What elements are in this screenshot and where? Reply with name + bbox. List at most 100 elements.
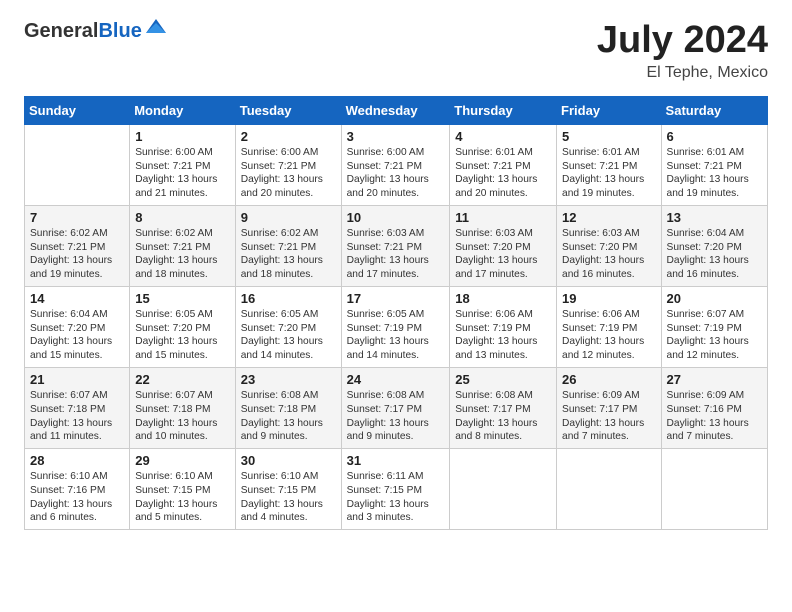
day-info: Sunrise: 6:07 AM Sunset: 7:18 PM Dayligh… (135, 389, 230, 444)
calendar-cell: 7 Sunrise: 6:02 AM Sunset: 7:21 PM Daylig… (25, 205, 130, 286)
day-info: Sunrise: 6:09 AM Sunset: 7:17 PM Dayligh… (562, 389, 656, 444)
calendar-cell: 3 Sunrise: 6:00 AM Sunset: 7:21 PM Daylig… (341, 124, 450, 205)
logo-icon (144, 15, 168, 39)
day-number: 3 (347, 129, 445, 144)
day-info: Sunrise: 6:07 AM Sunset: 7:19 PM Dayligh… (667, 308, 762, 363)
day-number: 22 (135, 372, 230, 387)
day-number: 17 (347, 291, 445, 306)
calendar-cell: 25Sunrise: 6:08 AM Sunset: 7:17 PM Dayli… (450, 367, 557, 448)
calendar-cell: 17 Sunrise: 6:05 AM Sunset: 7:19 PM Dayli… (341, 286, 450, 367)
title-block: July 2024 El Tephe, Mexico (597, 20, 768, 82)
day-number: 13 (667, 210, 762, 225)
day-info: Sunrise: 6:09 AM Sunset: 7:16 PM Dayligh… (667, 389, 762, 444)
day-info: Sunrise: 6:05 AM Sunset: 7:19 PM Dayligh… (347, 308, 445, 363)
calendar-week-3: 14Sunrise: 6:04 AM Sunset: 7:20 PM Dayli… (25, 286, 768, 367)
calendar-cell: 31Sunrise: 6:11 AM Sunset: 7:15 PM Dayli… (341, 449, 450, 530)
calendar-cell (661, 449, 767, 530)
day-number: 19 (562, 291, 656, 306)
day-number: 7 (30, 210, 124, 225)
day-info: Sunrise: 6:10 AM Sunset: 7:15 PM Dayligh… (241, 470, 336, 525)
day-info: Sunrise: 6:05 AM Sunset: 7:20 PM Dayligh… (241, 308, 336, 363)
logo-text: GeneralBlue (24, 20, 142, 42)
calendar-cell: 6 Sunrise: 6:01 AM Sunset: 7:21 PM Daylig… (661, 124, 767, 205)
calendar-week-5: 28 Sunrise: 6:10 AM Sunset: 7:16 PM Dayli… (25, 449, 768, 530)
col-thursday: Thursday (450, 96, 557, 124)
calendar-header-row: Sunday Monday Tuesday Wednesday Thursday… (25, 96, 768, 124)
calendar-cell: 8Sunrise: 6:02 AM Sunset: 7:21 PM Daylig… (130, 205, 236, 286)
day-info: Sunrise: 6:02 AM Sunset: 7:21 PM Dayligh… (30, 227, 124, 282)
day-number: 31 (347, 453, 445, 468)
day-info: Sunrise: 6:06 AM Sunset: 7:19 PM Dayligh… (562, 308, 656, 363)
calendar-cell: 16 Sunrise: 6:05 AM Sunset: 7:20 PM Dayli… (235, 286, 341, 367)
calendar-week-1: 1Sunrise: 6:00 AM Sunset: 7:21 PM Daylig… (25, 124, 768, 205)
calendar-cell: 14Sunrise: 6:04 AM Sunset: 7:20 PM Dayli… (25, 286, 130, 367)
calendar-cell: 26Sunrise: 6:09 AM Sunset: 7:17 PM Dayli… (557, 367, 662, 448)
day-number: 11 (455, 210, 551, 225)
day-info: Sunrise: 6:01 AM Sunset: 7:21 PM Dayligh… (455, 146, 551, 201)
day-info: Sunrise: 6:07 AM Sunset: 7:18 PM Dayligh… (30, 389, 124, 444)
day-info: Sunrise: 6:04 AM Sunset: 7:20 PM Dayligh… (667, 227, 762, 282)
month-title: July 2024 (597, 20, 768, 62)
logo-blue: Blue (98, 20, 141, 42)
header: GeneralBlue July 2024 El Tephe, Mexico (24, 20, 768, 82)
calendar-cell: 30 Sunrise: 6:10 AM Sunset: 7:15 PM Dayli… (235, 449, 341, 530)
calendar-cell: 15Sunrise: 6:05 AM Sunset: 7:20 PM Dayli… (130, 286, 236, 367)
day-info: Sunrise: 6:06 AM Sunset: 7:19 PM Dayligh… (455, 308, 551, 363)
day-number: 28 (30, 453, 124, 468)
day-info: Sunrise: 6:03 AM Sunset: 7:20 PM Dayligh… (455, 227, 551, 282)
day-number: 18 (455, 291, 551, 306)
day-info: Sunrise: 6:00 AM Sunset: 7:21 PM Dayligh… (347, 146, 445, 201)
calendar-cell (557, 449, 662, 530)
day-number: 30 (241, 453, 336, 468)
calendar-cell: 13 Sunrise: 6:04 AM Sunset: 7:20 PM Dayli… (661, 205, 767, 286)
day-number: 5 (562, 129, 656, 144)
day-info: Sunrise: 6:00 AM Sunset: 7:21 PM Dayligh… (241, 146, 336, 201)
day-info: Sunrise: 6:02 AM Sunset: 7:21 PM Dayligh… (135, 227, 230, 282)
day-number: 27 (667, 372, 762, 387)
day-info: Sunrise: 6:03 AM Sunset: 7:20 PM Dayligh… (562, 227, 656, 282)
day-number: 16 (241, 291, 336, 306)
calendar-cell: 27 Sunrise: 6:09 AM Sunset: 7:16 PM Dayli… (661, 367, 767, 448)
calendar-cell: 11 Sunrise: 6:03 AM Sunset: 7:20 PM Dayli… (450, 205, 557, 286)
page: GeneralBlue July 2024 El Tephe, Mexico S… (0, 0, 792, 546)
calendar: Sunday Monday Tuesday Wednesday Thursday… (24, 96, 768, 530)
day-number: 20 (667, 291, 762, 306)
day-info: Sunrise: 6:10 AM Sunset: 7:15 PM Dayligh… (135, 470, 230, 525)
col-tuesday: Tuesday (235, 96, 341, 124)
day-info: Sunrise: 6:02 AM Sunset: 7:21 PM Dayligh… (241, 227, 336, 282)
calendar-cell: 23 Sunrise: 6:08 AM Sunset: 7:18 PM Dayli… (235, 367, 341, 448)
calendar-cell: 22 Sunrise: 6:07 AM Sunset: 7:18 PM Dayli… (130, 367, 236, 448)
col-wednesday: Wednesday (341, 96, 450, 124)
day-info: Sunrise: 6:01 AM Sunset: 7:21 PM Dayligh… (562, 146, 656, 201)
day-number: 14 (30, 291, 124, 306)
calendar-cell: 29 Sunrise: 6:10 AM Sunset: 7:15 PM Dayli… (130, 449, 236, 530)
day-number: 29 (135, 453, 230, 468)
day-info: Sunrise: 6:08 AM Sunset: 7:18 PM Dayligh… (241, 389, 336, 444)
day-number: 2 (241, 129, 336, 144)
calendar-cell: 10Sunrise: 6:03 AM Sunset: 7:21 PM Dayli… (341, 205, 450, 286)
day-number: 6 (667, 129, 762, 144)
day-number: 24 (347, 372, 445, 387)
day-info: Sunrise: 6:01 AM Sunset: 7:21 PM Dayligh… (667, 146, 762, 201)
day-info: Sunrise: 6:10 AM Sunset: 7:16 PM Dayligh… (30, 470, 124, 525)
calendar-cell (450, 449, 557, 530)
day-number: 15 (135, 291, 230, 306)
calendar-cell: 9Sunrise: 6:02 AM Sunset: 7:21 PM Daylig… (235, 205, 341, 286)
day-info: Sunrise: 6:08 AM Sunset: 7:17 PM Dayligh… (347, 389, 445, 444)
calendar-week-2: 7 Sunrise: 6:02 AM Sunset: 7:21 PM Daylig… (25, 205, 768, 286)
calendar-cell: 1Sunrise: 6:00 AM Sunset: 7:21 PM Daylig… (130, 124, 236, 205)
calendar-week-4: 21Sunrise: 6:07 AM Sunset: 7:18 PM Dayli… (25, 367, 768, 448)
location-title: El Tephe, Mexico (597, 64, 768, 82)
calendar-cell: 4 Sunrise: 6:01 AM Sunset: 7:21 PM Daylig… (450, 124, 557, 205)
day-info: Sunrise: 6:08 AM Sunset: 7:17 PM Dayligh… (455, 389, 551, 444)
logo-general: General (24, 20, 98, 42)
col-monday: Monday (130, 96, 236, 124)
col-sunday: Sunday (25, 96, 130, 124)
calendar-cell (25, 124, 130, 205)
calendar-cell: 2 Sunrise: 6:00 AM Sunset: 7:21 PM Daylig… (235, 124, 341, 205)
day-number: 4 (455, 129, 551, 144)
day-number: 23 (241, 372, 336, 387)
day-number: 12 (562, 210, 656, 225)
calendar-cell: 28 Sunrise: 6:10 AM Sunset: 7:16 PM Dayli… (25, 449, 130, 530)
calendar-cell: 5 Sunrise: 6:01 AM Sunset: 7:21 PM Daylig… (557, 124, 662, 205)
